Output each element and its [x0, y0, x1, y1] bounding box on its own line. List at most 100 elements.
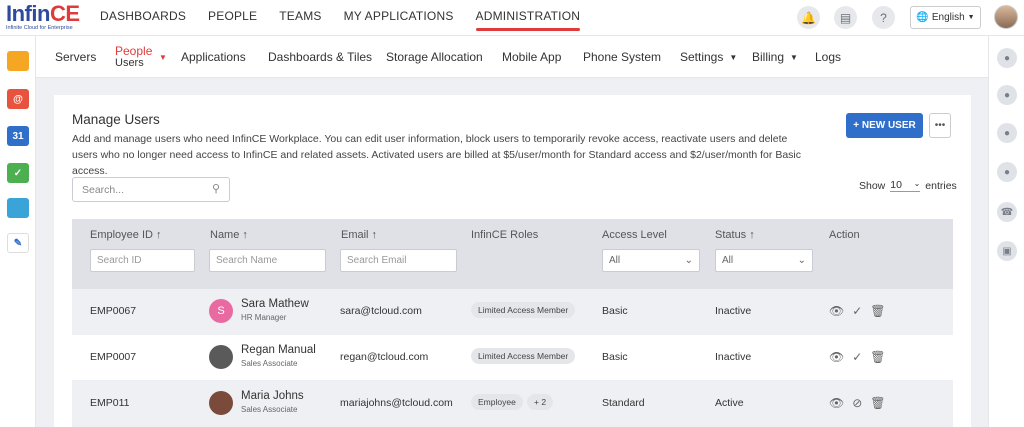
nav-dashboards[interactable]: DASHBOARDS [100, 0, 186, 36]
user-email: sara@tcloud.com [340, 305, 422, 317]
status-text: Inactive [715, 351, 752, 363]
user-email: mariajohns@tcloud.com [340, 397, 453, 409]
settings-caret-icon: ▼ [729, 52, 738, 62]
col-employee-id[interactable]: Employee ID ↑ [90, 229, 162, 241]
status-select[interactable]: All ⌄ [715, 249, 813, 272]
role-badge: Limited Access Member [471, 348, 576, 364]
employee-id: EMP0007 [90, 351, 137, 363]
status-text: Active [715, 397, 744, 409]
infince-logo[interactable]: InfinCE Infinite Cloud for Enterprise [6, 3, 88, 33]
search-input[interactable] [72, 177, 230, 202]
sub-nav: Servers People Users ▼ Applications Dash… [36, 36, 988, 78]
user-icon[interactable]: ● [997, 85, 1017, 105]
user-name[interactable]: Regan Manual [241, 344, 316, 356]
search-name-input[interactable] [209, 249, 326, 272]
team-icon[interactable]: ● [997, 162, 1017, 182]
access-level: Standard [602, 397, 645, 409]
delete-trash-icon[interactable]: 🗑 [870, 350, 885, 364]
delete-trash-icon[interactable]: 🗑 [870, 396, 885, 410]
language-select[interactable]: 🌐 English ▼ [910, 6, 981, 29]
user-role: Sales Associate [241, 405, 298, 414]
subnav-logs[interactable]: Logs [815, 36, 841, 78]
subnav-mobile-app[interactable]: Mobile App [502, 36, 561, 78]
subnav-phone-system[interactable]: Phone System [583, 36, 661, 78]
entries-select[interactable]: 10 ⌄ [890, 179, 921, 192]
search-icon: ⚲ [212, 183, 221, 195]
page-title: Manage Users [72, 112, 160, 127]
new-user-button[interactable]: + NEW USER [846, 113, 923, 138]
user-name[interactable]: Sara Mathew [241, 298, 309, 310]
col-name[interactable]: Name ↑ [210, 229, 248, 241]
row-actions: 👁 ⊘ 🗑 [829, 396, 886, 410]
show-entries: Show 10 ⌄ entries [859, 179, 957, 192]
news-icon[interactable]: ▤ [834, 6, 857, 29]
bell-icon[interactable]: 🔔 [797, 6, 820, 29]
nav-my-applications[interactable]: MY APPLICATIONS [344, 0, 454, 36]
folder-icon[interactable] [7, 51, 29, 71]
nav-teams[interactable]: TEAMS [279, 0, 321, 36]
tasks-icon[interactable]: ✓ [7, 163, 29, 183]
spaces-icon[interactable]: ✎ [7, 233, 29, 253]
calendar-icon[interactable]: 31 [7, 126, 29, 146]
manage-users-card: Manage Users Add and manage users who ne… [54, 95, 971, 427]
top-bar: InfinCE Infinite Cloud for Enterprise DA… [0, 0, 1024, 36]
user-email: regan@tcloud.com [340, 351, 429, 363]
subnav-dashboards-tiles[interactable]: Dashboards & Tiles [268, 36, 372, 78]
view-eye-icon[interactable]: 👁 [829, 396, 844, 410]
delete-trash-icon[interactable]: 🗑 [870, 304, 885, 318]
col-roles: InfinCE Roles [471, 229, 539, 241]
row-actions: 👁 ✓ 🗑 [829, 304, 886, 318]
block-icon[interactable]: ⊘ [852, 396, 862, 410]
logo-tagline: Infinite Cloud for Enterprise [6, 25, 73, 31]
search-id-input[interactable] [90, 249, 195, 272]
employee-id: EMP0067 [90, 305, 137, 317]
col-email[interactable]: Email ↑ [341, 229, 377, 241]
table-row: EMP0067 S Sara Mathew HR Manager sara@tc… [72, 289, 953, 335]
globe-icon: 🌐 [916, 12, 929, 23]
billing-caret-icon: ▼ [790, 52, 798, 62]
main-nav: DASHBOARDS PEOPLE TEAMS MY APPLICATIONS … [100, 0, 602, 36]
subnav-people[interactable]: People Users [115, 36, 152, 78]
caret-down-icon: ▼ [967, 14, 975, 21]
extra-roles-badge[interactable]: + 2 [527, 394, 554, 410]
nav-administration[interactable]: ADMINISTRATION [475, 0, 581, 36]
user-group-icon[interactable]: ● [997, 123, 1017, 143]
col-action: Action [829, 229, 860, 241]
right-bar: ● ● ● ● ☎ ▣ [988, 36, 1024, 427]
activate-check-icon[interactable]: ✓ [852, 304, 862, 318]
role-badge: Employee [471, 394, 523, 410]
activate-check-icon[interactable]: ✓ [852, 350, 862, 364]
people-caret-icon[interactable]: ▼ [159, 36, 167, 78]
task-icon[interactable]: ▣ [997, 241, 1017, 261]
chat-icon[interactable]: ● [997, 48, 1017, 68]
role-badge: Limited Access Member [471, 302, 576, 318]
subnav-servers[interactable]: Servers [55, 36, 96, 78]
phone-icon[interactable]: ☎ [997, 202, 1017, 222]
language-value: English [931, 12, 965, 23]
chevron-down-icon: ⌄ [684, 255, 693, 266]
employee-id: EMP011 [90, 397, 130, 409]
more-options-button[interactable]: ••• [929, 113, 951, 138]
user-name[interactable]: Maria Johns [241, 390, 304, 402]
view-eye-icon[interactable]: 👁 [829, 304, 844, 318]
table-row: EMP0007 Regan Manual Sales Associate reg… [72, 335, 953, 381]
avatar: S [209, 299, 233, 323]
photos-icon[interactable] [7, 198, 29, 218]
col-status[interactable]: Status ↑ [715, 229, 755, 241]
subnav-billing[interactable]: Billing ▼ [752, 36, 798, 78]
subnav-applications[interactable]: Applications [181, 36, 246, 78]
help-icon[interactable]: ? [872, 6, 895, 29]
left-app-bar: @ 31 ✓ ✎ [0, 36, 36, 427]
access-level-select[interactable]: All ⌄ [602, 249, 700, 272]
avatar [209, 345, 233, 369]
user-role: Sales Associate [241, 359, 298, 368]
search-email-input[interactable] [340, 249, 457, 272]
user-avatar[interactable] [994, 5, 1018, 29]
nav-people[interactable]: PEOPLE [208, 0, 257, 36]
subnav-storage-allocation[interactable]: Storage Allocation [386, 36, 483, 78]
status-text: Inactive [715, 305, 752, 317]
mail-icon[interactable]: @ [7, 89, 29, 109]
view-eye-icon[interactable]: 👁 [829, 350, 844, 364]
subnav-settings[interactable]: Settings ▼ [680, 36, 737, 78]
col-access-level: Access Level [602, 229, 667, 241]
